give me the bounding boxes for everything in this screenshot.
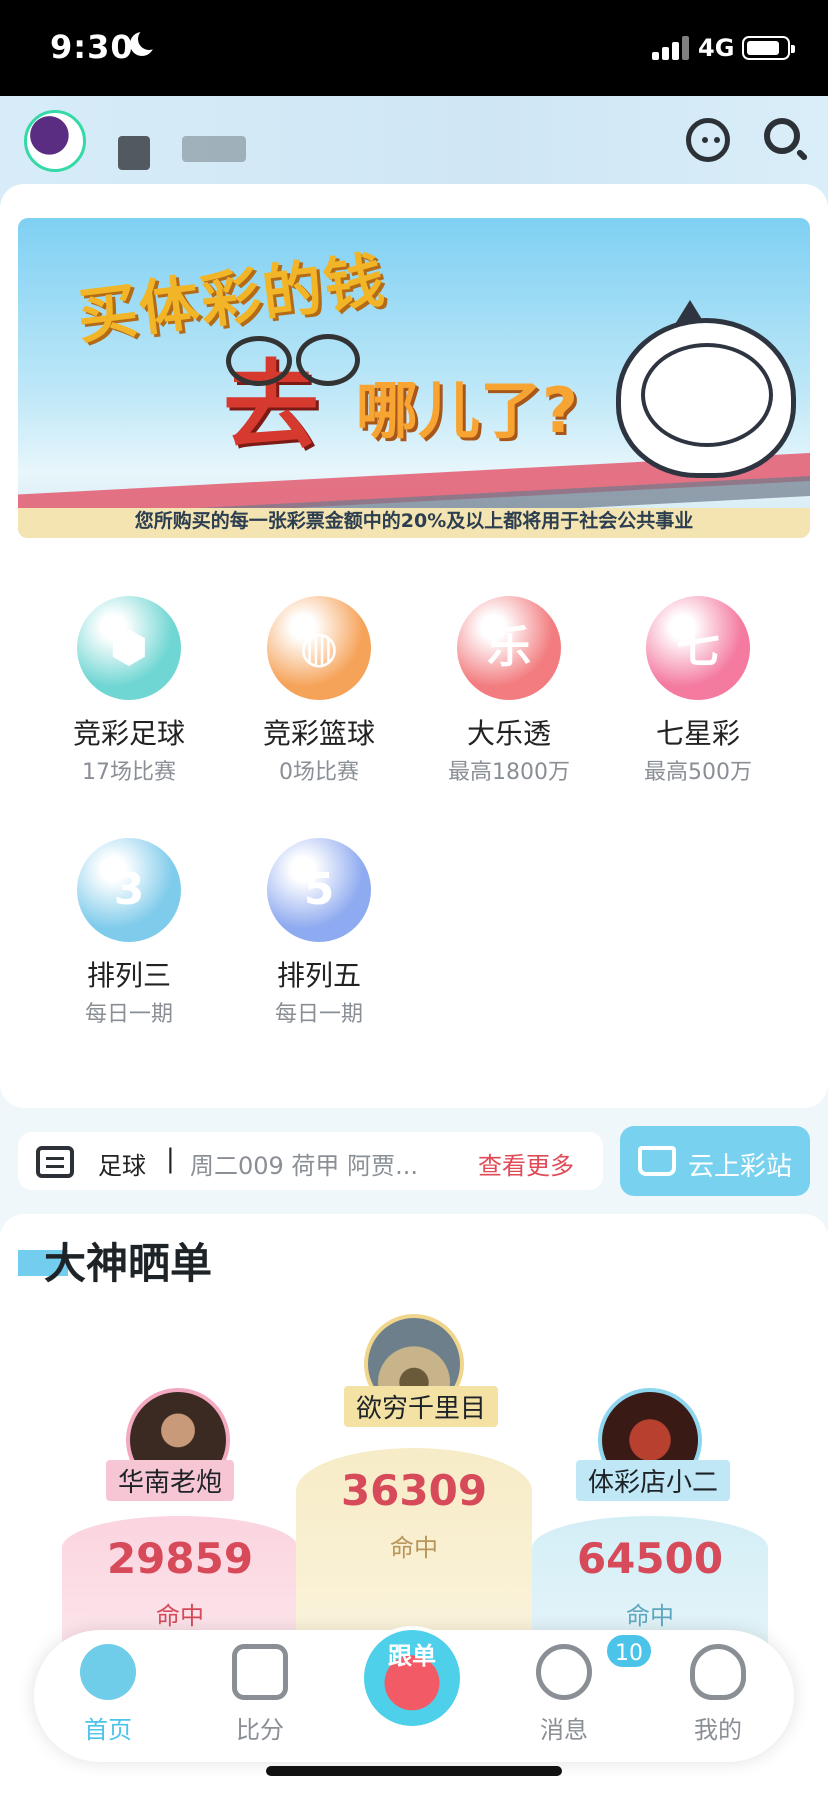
lottery-subtitle: 最高1800万 [448,760,570,785]
home-indicator [266,1766,562,1776]
lottery-name: 七星彩 [655,717,740,750]
star-qi-icon: 七 [646,596,750,700]
lottery-item[interactable]: ◍ 竞彩篮球 0场比赛 [234,596,404,786]
tab-messages-label: 消息 [540,1716,588,1744]
tab-messages[interactable]: 10 消息 [504,1632,654,1745]
basketball-icon: ◍ [267,596,371,700]
lottery-subtitle: 每日一期 [274,1002,363,1027]
username-redacted [118,136,150,170]
main-card: 买体彩的钱 去 哪儿了? 您所购买的每一张彩票金额中的20%及以上都将用于社会公… [0,184,828,1108]
lottery-name: 竞彩足球 [72,717,185,750]
tab-home[interactable]: 首页 [48,1644,168,1745]
search-icon[interactable] [764,118,800,154]
lottery-glyph: 3 [113,864,145,915]
lottery-subtitle: 17场比赛 [82,760,176,785]
tab-score[interactable]: 比分 [200,1644,320,1745]
podium-third-value: 64500 [576,1534,724,1583]
follow-bet-button[interactable]: 跟单 [360,1626,464,1730]
name-second: 华南老炮 [106,1460,235,1501]
football-icon: ⬢ [77,596,181,700]
profile-icon [690,1644,746,1700]
news-list-icon [36,1146,74,1178]
banner-headline-3: 哪儿了? [356,374,578,447]
lottery-item[interactable]: 5 排列五每日一期 [234,838,404,1028]
ball-5-icon: 5 [267,838,371,942]
news-category: 足球 [98,1152,146,1180]
bottom-tab-bar: 首页 比分 跟单 10 消息 我的 [34,1626,794,1762]
lottery-glyph: ◍ [299,622,339,673]
tab-score-label: 比分 [236,1716,284,1744]
promo-banner[interactable]: 买体彩的钱 去 哪儿了? 您所购买的每一张彩票金额中的20%及以上都将用于社会公… [18,218,810,538]
podium-first-hit: 命中 [390,1534,438,1562]
do-not-disturb-icon [130,28,160,56]
lottery-item[interactable]: ⬢ 竞彩足球 17场比赛 [44,596,214,786]
lottery-item[interactable]: 3 排列三每日一期 [44,838,214,1028]
messages-badge: 10 [604,1632,654,1670]
scoreboard-icon [232,1644,288,1700]
lottery-subtitle: 每日一期 [84,1002,173,1027]
lottery-name: 竞彩篮球 [262,717,375,750]
cloud-station-label: 云上彩站 [688,1152,793,1182]
name-third: 体彩店小二 [576,1460,731,1501]
shop-icon [638,1146,676,1176]
news-separator: | [166,1144,175,1174]
follow-bet-label: 跟单 [388,1642,436,1670]
name-first: 欲穷千里目 [344,1386,499,1427]
ball-3-icon: 3 [77,838,181,942]
tab-mine[interactable]: 我的 [658,1644,778,1745]
star-le-icon: 乐 [457,596,561,700]
view-more-link[interactable]: 查看更多 [478,1146,574,1181]
user-avatar[interactable] [24,110,86,172]
signal-icon [652,36,690,60]
podium-third-hit: 命中 [626,1602,674,1630]
message-icon [536,1644,592,1700]
lottery-item[interactable]: 七七星彩最高500万 [613,596,783,786]
mascot-graphic [616,318,796,478]
news-message: 周二009 荷甲 阿贾... [190,1152,418,1180]
lottery-item[interactable]: 乐大乐透最高1800万 [424,596,594,786]
username-redacted-2 [182,136,246,162]
tab-mine-label: 我的 [694,1716,742,1744]
lottery-name: 排列五 [276,959,361,992]
tab-home-label: 首页 [84,1716,132,1744]
lottery-glyph: ⬢ [109,622,149,673]
status-time: 9:30 [50,28,134,66]
podium-second-hit: 命中 [156,1602,204,1630]
customer-service-icon[interactable] [686,118,730,162]
lottery-glyph: 七 [676,622,720,673]
status-bar: 9:30 4G [0,0,828,96]
lottery-glyph: 乐 [487,622,531,673]
glasses-graphic-2 [296,334,360,386]
news-ticker[interactable]: 足球 | 周二009 荷甲 阿贾... 查看更多 [18,1132,603,1190]
glasses-graphic [226,336,292,386]
podium-second-value: 29859 [106,1534,254,1583]
tennis-ball-icon [80,1644,136,1700]
lottery-glyph: 5 [303,864,335,915]
leaderboard-title: 大神晒单 [44,1239,213,1288]
banner-caption: 您所购买的每一张彩票金额中的20%及以上都将用于社会公共事业 [134,510,694,532]
lottery-subtitle: 0场比赛 [279,760,359,785]
lottery-name: 大乐透 [466,717,551,750]
lottery-name: 排列三 [86,959,171,992]
podium-first-value: 36309 [340,1466,488,1515]
cloud-station-button[interactable]: 云上彩站 [620,1126,810,1196]
lottery-subtitle: 最高500万 [644,760,752,785]
network-type: 4G [698,34,735,62]
battery-icon [742,36,795,60]
